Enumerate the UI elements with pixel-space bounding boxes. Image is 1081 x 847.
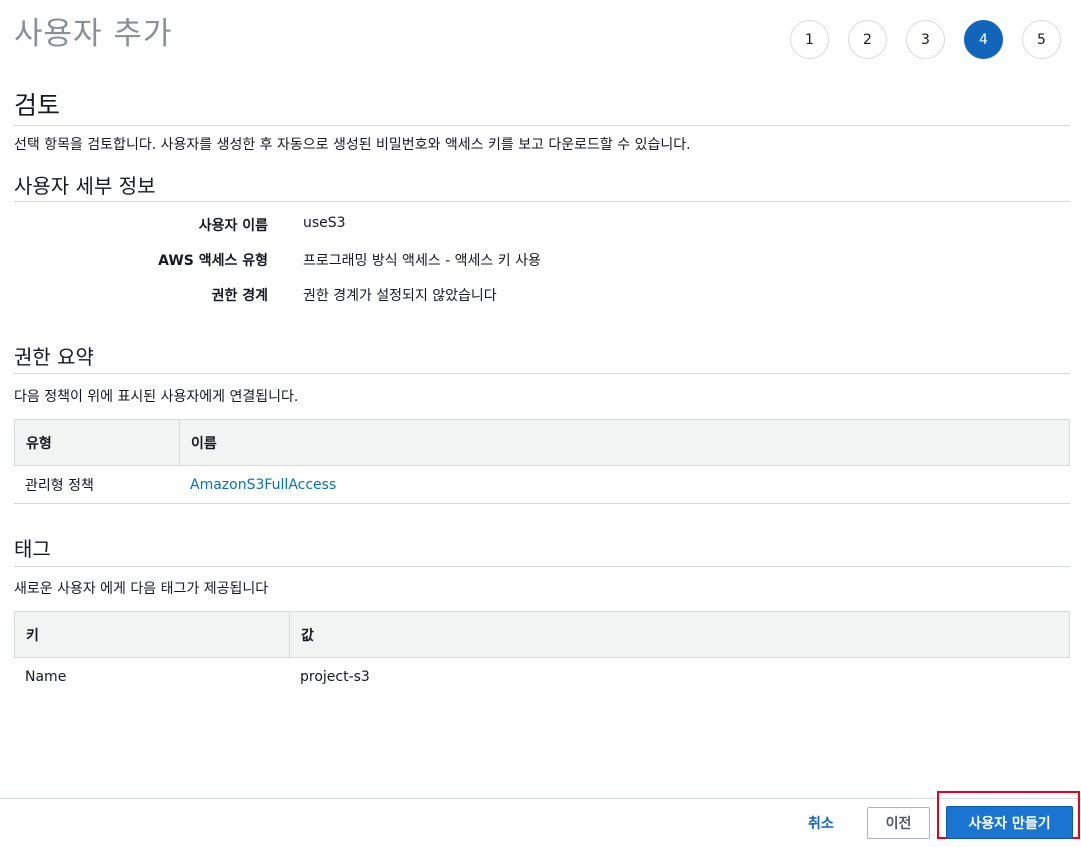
step-4-current[interactable]: 4 [964,20,1003,59]
divider [14,125,1070,126]
detail-key: 권한 경계 [211,288,268,304]
previous-button[interactable]: 이전 [867,807,930,839]
policy-link[interactable]: AmazonS3FullAccess [190,477,336,493]
create-user-button[interactable]: 사용자 만들기 [946,806,1073,839]
review-heading: 검토 [14,91,61,120]
column-header-key[interactable]: 키 [15,612,290,657]
detail-value: useS3 [303,215,346,231]
page-title: 사용자 추가 [14,16,173,52]
permissions-table: 유형 이름 관리형 정책 AmazonS3FullAccess [14,419,1070,504]
footer-divider [0,798,1081,799]
permissions-heading: 권한 요약 [14,345,94,369]
permissions-description: 다음 정책이 위에 표시된 사용자에게 연결됩니다. [14,389,299,405]
tags-description: 새로운 사용자 에게 다음 태그가 제공됩니다 [14,581,269,597]
step-2[interactable]: 2 [848,20,887,59]
table-row: 관리형 정책 AmazonS3FullAccess [14,466,1070,504]
tags-table: 키 값 Name project-s3 [14,611,1070,696]
detail-key: AWS 액세스 유형 [158,253,268,269]
divider [14,201,1070,202]
column-header-name[interactable]: 이름 [180,420,1069,465]
detail-row-access-type: AWS 액세스 유형 프로그래밍 방식 액세스 - 액세스 키 사용 [0,250,700,272]
detail-key: 사용자 이름 [198,218,268,234]
divider [14,373,1070,374]
add-user-page: 사용자 추가 1 2 3 4 5 검토 선택 항목을 검토합니다. 사용자를 생… [0,0,1081,847]
detail-value: 프로그래밍 방식 액세스 - 액세스 키 사용 [303,253,541,269]
step-1[interactable]: 1 [790,20,829,59]
user-details-heading: 사용자 세부 정보 [14,174,156,198]
step-3[interactable]: 3 [906,20,945,59]
step-indicator: 1 2 3 4 5 [790,20,1080,59]
tag-key-cell: Name [25,669,67,685]
tags-heading: 태그 [14,537,51,561]
tag-value-cell: project-s3 [300,669,370,685]
column-header-type[interactable]: 유형 [15,420,180,465]
detail-row-username: 사용자 이름 useS3 [0,215,700,237]
divider [14,566,1070,567]
detail-value: 권한 경계가 설정되지 않았습니다 [303,288,497,304]
cancel-button[interactable]: 취소 [796,808,846,838]
detail-row-permission-boundary: 권한 경계 권한 경계가 설정되지 않았습니다 [0,285,700,307]
table-header: 유형 이름 [14,419,1070,466]
review-description: 선택 항목을 검토합니다. 사용자를 생성한 후 자동으로 생성된 비밀번호와 … [14,137,691,153]
column-header-value[interactable]: 값 [290,612,1069,657]
step-5[interactable]: 5 [1022,20,1061,59]
policy-type-cell: 관리형 정책 [25,478,94,494]
policy-name-cell: AmazonS3FullAccess [179,466,1070,504]
divider [14,503,1070,504]
table-row: Name project-s3 [14,658,1070,696]
table-header: 키 값 [14,611,1070,658]
